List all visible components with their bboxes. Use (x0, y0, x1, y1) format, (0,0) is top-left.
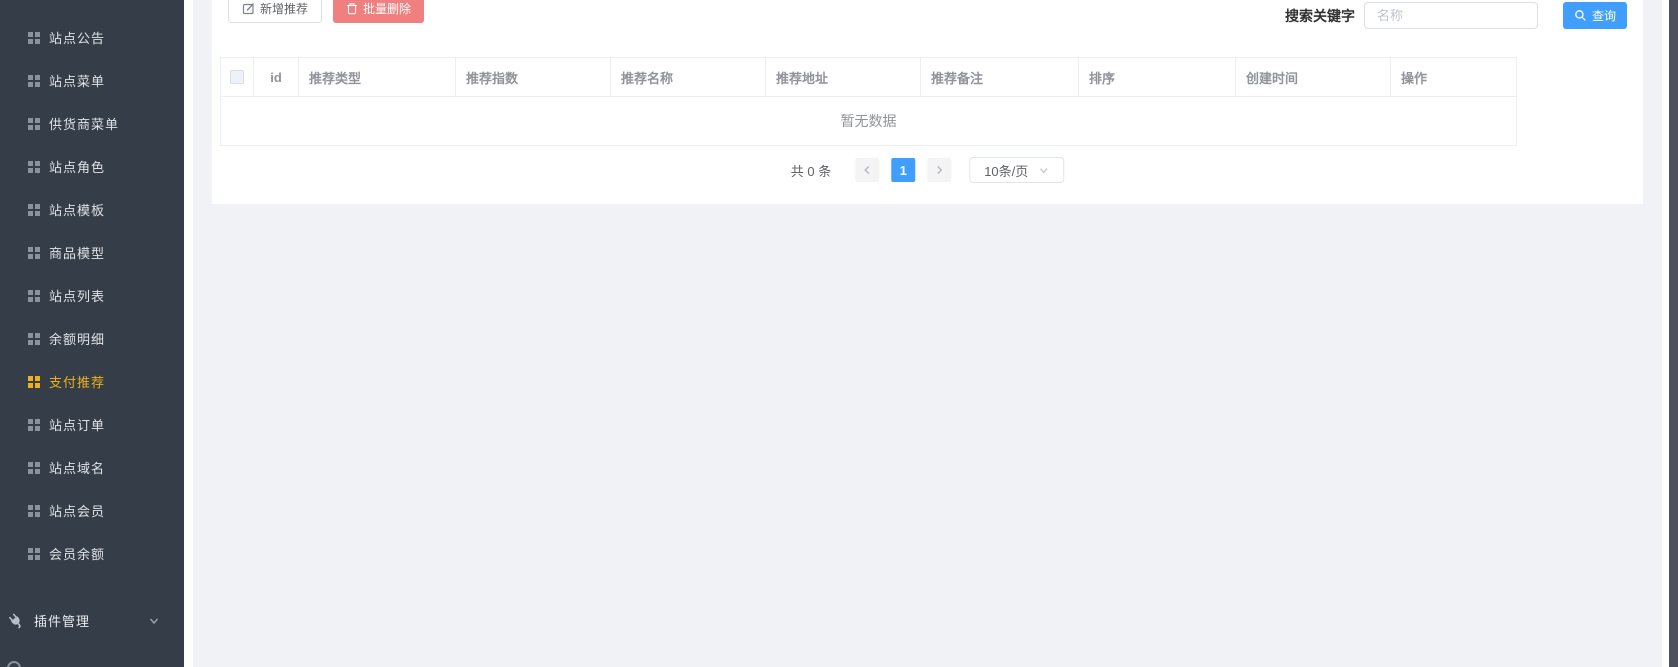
grid-icon (27, 547, 41, 561)
sidebar-item-label: 商品模型 (49, 243, 105, 262)
table-header-row: id 推荐类型 推荐指数 推荐名称 推荐地址 推荐备注 排序 创建时间 操作 (221, 58, 1516, 97)
grid-icon (27, 246, 41, 260)
add-recommend-button[interactable]: 新增推荐 (228, 0, 322, 23)
sidebar-scrollbar[interactable] (184, 0, 193, 667)
grid-icon (27, 289, 41, 303)
right-scrollbar-track (1662, 0, 1669, 667)
column-header-recommend-name: 推荐名称 (611, 58, 766, 96)
right-edge-panel (1669, 0, 1678, 667)
sidebar-item-label: 站点角色 (49, 157, 105, 176)
page-size-select[interactable]: 10条/页 (969, 157, 1064, 183)
grid-icon (27, 117, 41, 131)
column-header-recommend-address: 推荐地址 (766, 58, 921, 96)
grid-icon (27, 461, 41, 475)
page-size-value: 10条/页 (984, 161, 1028, 180)
edit-square-icon (242, 2, 255, 15)
column-header-recommend-index: 推荐指数 (456, 58, 611, 96)
partial-section-icon (7, 661, 21, 667)
sidebar-item-site-domain[interactable]: 站点域名 (0, 446, 184, 489)
column-header-sort: 排序 (1079, 58, 1236, 96)
sidebar-item-label: 站点模板 (49, 200, 105, 219)
grid-icon (27, 375, 41, 389)
add-recommend-label: 新增推荐 (260, 0, 308, 17)
table-empty-state: 暂无数据 (221, 97, 1516, 145)
pagination-total: 共 0 条 (791, 161, 831, 180)
sidebar-item-label: 站点列表 (49, 286, 105, 305)
search-icon (1574, 9, 1587, 22)
column-header-recommend-type: 推荐类型 (299, 58, 456, 96)
sidebar-item-label: 站点会员 (49, 501, 105, 520)
sidebar-item-member-balance[interactable]: 会员余额 (0, 532, 184, 575)
chevron-down-icon (148, 615, 160, 627)
sidebar: 站点公告 站点菜单 供货商菜单 站点角色 站点模板 商品模型 站点列表 余额明细… (0, 0, 184, 667)
grid-icon (27, 332, 41, 346)
sidebar-section-label: 插件管理 (34, 611, 148, 630)
pagination: 共 0 条 1 10条/页 (791, 157, 1064, 183)
sidebar-item-product-model[interactable]: 商品模型 (0, 231, 184, 274)
sidebar-item-plugin-management[interactable]: 插件管理 (0, 599, 184, 642)
sidebar-item-label: 会员余额 (49, 544, 105, 563)
search-keyword-label: 搜索关键字 (1285, 6, 1355, 26)
search-input[interactable] (1364, 2, 1538, 29)
sidebar-item-label: 供货商菜单 (49, 114, 119, 133)
sidebar-item-label: 余额明细 (49, 329, 105, 348)
sidebar-item-site-menu[interactable]: 站点菜单 (0, 59, 184, 102)
sidebar-item-supplier-menu[interactable]: 供货商菜单 (0, 102, 184, 145)
empty-text: 暂无数据 (841, 111, 897, 131)
chevron-right-icon (934, 165, 944, 175)
sidebar-item-site-template[interactable]: 站点模板 (0, 188, 184, 231)
chevron-down-icon (1038, 165, 1049, 176)
sidebar-item-label: 站点订单 (49, 415, 105, 434)
batch-delete-label: 批量删除 (363, 0, 411, 17)
batch-delete-button[interactable]: 批量删除 (333, 0, 424, 23)
chevron-left-icon (862, 165, 872, 175)
sidebar-item-site-role[interactable]: 站点角色 (0, 145, 184, 188)
sidebar-item-site-member[interactable]: 站点会员 (0, 489, 184, 532)
sidebar-item-site-list[interactable]: 站点列表 (0, 274, 184, 317)
sidebar-item-site-announcement[interactable]: 站点公告 (0, 16, 184, 59)
sidebar-item-label: 支付推荐 (49, 372, 105, 391)
sidebar-item-label: 站点公告 (49, 28, 105, 47)
column-header-recommend-remark: 推荐备注 (921, 58, 1079, 96)
pagination-page-1[interactable]: 1 (891, 158, 915, 182)
trash-icon (346, 2, 358, 15)
grid-icon (27, 31, 41, 45)
select-all-checkbox[interactable] (230, 70, 244, 84)
grid-icon (27, 504, 41, 518)
query-button[interactable]: 查询 (1563, 2, 1627, 29)
content-card: 新增推荐 批量删除 搜索关键字 查询 id 推荐类型 推荐指数 (212, 0, 1643, 204)
column-header-create-time: 创建时间 (1236, 58, 1391, 96)
grid-icon (27, 203, 41, 217)
grid-icon (27, 160, 41, 174)
column-header-id: id (254, 58, 299, 96)
select-all-cell (221, 58, 254, 96)
plug-icon (5, 609, 28, 632)
sidebar-item-balance-detail[interactable]: 余额明细 (0, 317, 184, 360)
data-table: id 推荐类型 推荐指数 推荐名称 推荐地址 推荐备注 排序 创建时间 操作 暂… (220, 57, 1517, 146)
pagination-next-button[interactable] (927, 158, 951, 182)
search-group: 搜索关键字 查询 (1285, 2, 1627, 29)
column-header-actions: 操作 (1391, 58, 1516, 96)
pagination-prev-button[interactable] (855, 158, 879, 182)
query-label: 查询 (1592, 7, 1616, 24)
grid-icon (27, 74, 41, 88)
sidebar-item-label: 站点菜单 (49, 71, 105, 90)
sidebar-item-label: 站点域名 (49, 458, 105, 477)
sidebar-item-site-order[interactable]: 站点订单 (0, 403, 184, 446)
grid-icon (27, 418, 41, 432)
sidebar-item-payment-recommend[interactable]: 支付推荐 (0, 360, 184, 403)
